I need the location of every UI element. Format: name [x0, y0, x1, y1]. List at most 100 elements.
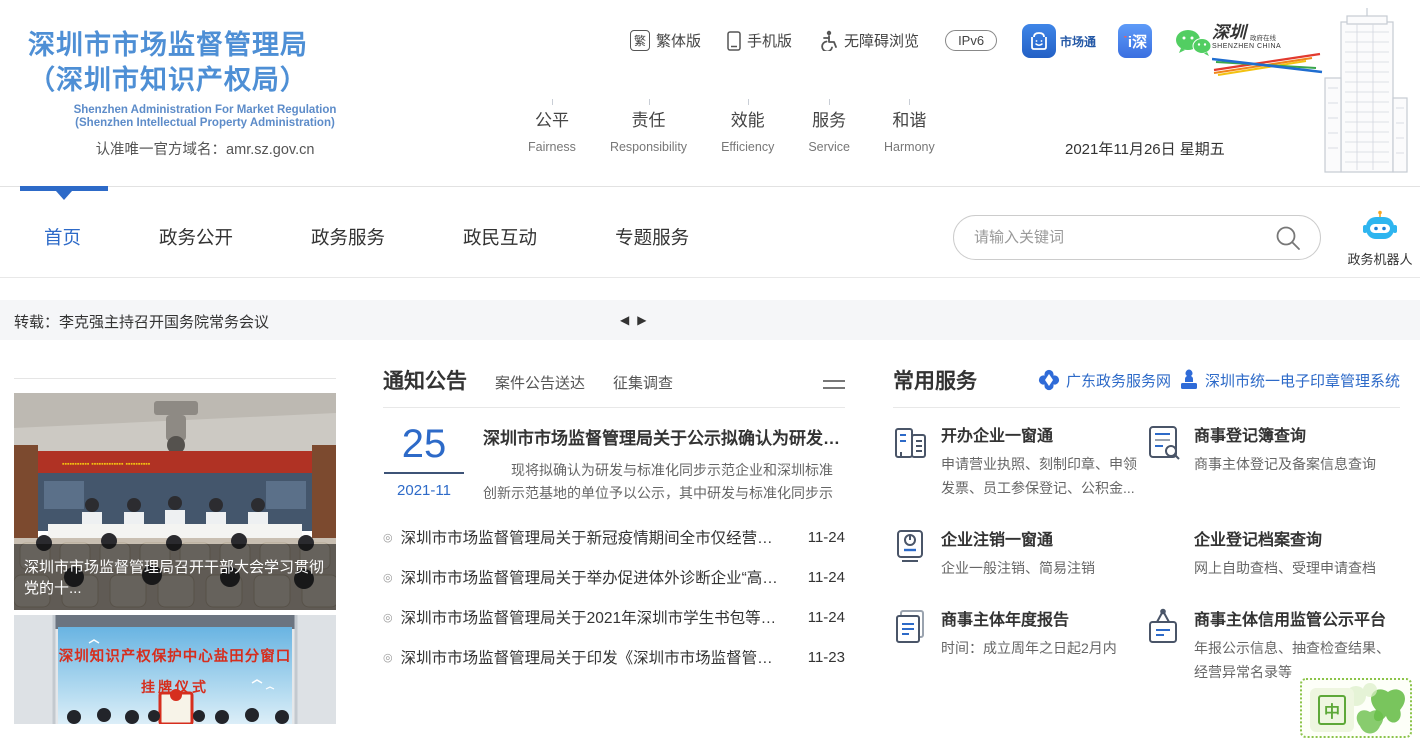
ceremony-banner-line2: 挂牌仪式: [14, 677, 336, 697]
active-tab-arrow: [56, 191, 72, 200]
featured-day: 25: [383, 424, 465, 464]
current-date: 2021年11月26日 星期五: [1065, 138, 1225, 159]
seal-stamp-icon: [1179, 369, 1199, 391]
notices-title: 通知公告: [383, 365, 467, 395]
ticker-headline[interactable]: 转载：李克强主持召开国务院常务会议: [14, 311, 269, 332]
ceremony-banner-line1: 深圳知识产权保护中心盐田分窗口: [14, 645, 336, 666]
search-bar[interactable]: [953, 215, 1321, 260]
bullet-icon: ◎: [383, 651, 393, 664]
building-illustration: [1305, 8, 1417, 180]
value-harmony: 和谐Harmony: [884, 106, 935, 154]
value-responsibility: 责任Responsibility: [610, 106, 687, 154]
mobile-version-link[interactable]: 手机版: [727, 30, 792, 51]
header-quick-links: 繁 繁体版 手机版 无障碍浏览 IPv6: [630, 30, 997, 51]
widget-zhong-char: 中: [1318, 695, 1346, 725]
featured-notice-summary: 现将拟确认为研发与标准化同步示范企业和深圳标准创新示范基地的单位予以公示，其中研…: [483, 459, 845, 505]
notices-divider: [383, 407, 845, 408]
service-card-registry-search[interactable]: 商事登记簿查询 商事主体登记及备案信息查询: [1146, 422, 1400, 500]
org-logo-title: 深圳市市场监督管理局 （深圳市知识产权局）: [28, 28, 308, 98]
notice-list-item[interactable]: ◎ 深圳市市场监督管理局关于印发《深圳市市场监督管理局商... 11-23: [383, 637, 845, 677]
credit-platform-icon: [1146, 606, 1186, 684]
notice-list-item[interactable]: ◎ 深圳市市场监督管理局关于2021年深圳市学生书包等3类产... 11-24: [383, 597, 845, 637]
ticker-controls: ◀ ▶: [620, 313, 646, 327]
org-name-english: Shenzhen Administration For Market Regul…: [30, 104, 380, 130]
traditional-badge-icon: 繁: [630, 30, 650, 51]
tab-case-announcements[interactable]: 案件公告送达: [495, 372, 585, 393]
notices-more-icon[interactable]: [823, 375, 845, 389]
market-app-link[interactable]: 市场通: [1022, 24, 1096, 58]
services-title: 常用服务: [893, 365, 977, 395]
search-icon[interactable]: [1274, 224, 1302, 252]
ishenzhen-app-icon[interactable]: ˙i深: [1118, 24, 1152, 58]
value-efficiency: 效能Efficiency: [721, 106, 774, 154]
notice-list-item[interactable]: ◎ 深圳市市场监督管理局关于举办促进体外诊断企业“高质量... 11-24: [383, 557, 845, 597]
market-app-icon: [1022, 24, 1056, 58]
header-app-icons: 市场通 ˙i深: [1022, 24, 1212, 63]
bullet-icon: ◎: [383, 571, 393, 584]
search-input[interactable]: [974, 229, 1274, 246]
nav-top-divider: [0, 186, 1420, 187]
phone-icon: [727, 31, 741, 51]
nav-bottom-divider: [0, 277, 1420, 278]
traditional-chinese-link[interactable]: 繁 繁体版: [630, 30, 701, 51]
nav-item-gov-services[interactable]: 政务服务: [311, 224, 385, 250]
service-card-archives-search[interactable]: 企业登记档案查询 网上自助查档、受理申请查档: [1146, 526, 1400, 580]
main-navigation: 首页 政务公开 政务服务 政民互动 专题服务: [44, 224, 689, 250]
nav-item-special-services[interactable]: 专题服务: [615, 224, 689, 250]
photo-carousel[interactable]: ▪▪▪▪▪▪▪▪▪▪▪ ▪▪▪▪▪▪▪▪▪▪▪▪▪ ▪▪▪▪▪▪▪▪▪▪ 深圳市…: [14, 393, 336, 724]
open-business-icon: [893, 422, 933, 500]
svg-text:▪▪▪▪▪▪▪▪▪▪▪ ▪▪▪▪▪▪▪▪▪▪▪▪▪ ▪▪▪▪: ▪▪▪▪▪▪▪▪▪▪▪ ▪▪▪▪▪▪▪▪▪▪▪▪▪ ▪▪▪▪▪▪▪▪▪▪: [62, 461, 151, 468]
notices-tabs: 案件公告送达 征集调查: [495, 372, 673, 395]
service-card-credit-platform[interactable]: 商事主体信用监管公示平台 年报公示信息、抽查检查结果、经营异常名录等: [1146, 606, 1400, 684]
services-grid: 开办企业一窗通 申请营业执照、刻制印章、申领发票、员工参保登记、公积金... 商…: [893, 422, 1400, 710]
notice-list: ◎ 深圳市市场监督管理局关于新冠疫情期间全市仅经营乙类非... 11-24 ◎ …: [383, 517, 845, 677]
ticker-next-icon[interactable]: ▶: [637, 313, 646, 327]
gov-robot-entry[interactable]: 政务机器人: [1342, 210, 1418, 268]
featured-month: 2021-11: [383, 482, 465, 499]
service-card-annual-report[interactable]: 商事主体年度报告 时间：成立周年之日起2月内: [893, 606, 1146, 684]
deregistration-icon: [893, 526, 933, 580]
org-name-cn-line2: （深圳市知识产权局）: [28, 63, 308, 98]
core-values: 公平Fairness 责任Responsibility 效能Efficiency…: [528, 106, 935, 154]
robot-label: 政务机器人: [1342, 249, 1418, 268]
service-card-deregistration[interactable]: 企业注销一窗通 企业一般注销、简易注销: [893, 526, 1146, 580]
carousel-slide-ceremony[interactable]: 深圳知识产权保护中心盐田分窗口 挂牌仪式: [14, 615, 336, 724]
registry-search-icon: [1146, 422, 1186, 500]
wechat-icon[interactable]: [1174, 28, 1212, 63]
services-section: 常用服务 广东政务服务网 深圳市统一电子印章管理系统: [893, 365, 1400, 710]
tab-surveys[interactable]: 征集调查: [613, 372, 673, 393]
eseal-system-link[interactable]: 深圳市统一电子印章管理系统: [1179, 369, 1400, 391]
guangdong-gov-services-link[interactable]: 广东政务服务网: [1038, 369, 1171, 391]
carousel-top-divider: [14, 378, 336, 379]
clover-leaves-icon: [1346, 682, 1408, 738]
value-service: 服务Service: [808, 106, 850, 154]
pinwheel-icon: [1038, 369, 1060, 391]
widget-inner-tile: 中: [1310, 688, 1354, 732]
featured-date-underline: [384, 472, 464, 474]
notices-section: 通知公告 案件公告送达 征集调查 25 2021-11 深圳市市场监督管理局关于…: [383, 365, 845, 677]
official-domain-note: 认准唯一官方域名：amr.sz.gov.cn: [30, 138, 380, 159]
value-fairness: 公平Fairness: [528, 106, 576, 154]
nav-item-home[interactable]: 首页: [44, 224, 81, 250]
bullet-icon: ◎: [383, 611, 393, 624]
bullet-icon: ◎: [383, 531, 393, 544]
ceremony-photo: [14, 615, 336, 724]
service-card-open-business[interactable]: 开办企业一窗通 申请营业执照、刻制印章、申领发票、员工参保登记、公积金...: [893, 422, 1146, 500]
carousel-slide-meeting[interactable]: ▪▪▪▪▪▪▪▪▪▪▪ ▪▪▪▪▪▪▪▪▪▪▪▪▪ ▪▪▪▪▪▪▪▪▪▪ 深圳市…: [14, 393, 336, 610]
featured-notice[interactable]: 25 2021-11 深圳市市场监督管理局关于公示拟确认为研发与标... 现将拟…: [383, 424, 845, 505]
accessibility-icon: [818, 30, 838, 51]
ticker-prev-icon[interactable]: ◀: [620, 313, 629, 327]
org-name-cn-line1: 深圳市市场监督管理局: [28, 28, 308, 63]
notice-list-item[interactable]: ◎ 深圳市市场监督管理局关于新冠疫情期间全市仅经营乙类非... 11-24: [383, 517, 845, 557]
featured-date-block: 25 2021-11: [383, 424, 465, 505]
floating-green-widget[interactable]: 中: [1300, 678, 1412, 738]
archives-search-icon-empty: [1146, 526, 1186, 580]
nav-item-gov-disclosure[interactable]: 政务公开: [159, 224, 233, 250]
featured-notice-title[interactable]: 深圳市市场监督管理局关于公示拟确认为研发与标...: [483, 424, 845, 449]
ipv6-badge[interactable]: IPv6: [945, 30, 997, 51]
accessibility-link[interactable]: 无障碍浏览: [818, 30, 919, 51]
robot-icon: [1360, 210, 1400, 242]
services-divider: [893, 407, 1400, 408]
carousel-caption: 深圳市市场监督管理局召开干部大会学习贯彻党的十...: [14, 544, 336, 610]
nav-item-interaction[interactable]: 政民互动: [463, 224, 537, 250]
